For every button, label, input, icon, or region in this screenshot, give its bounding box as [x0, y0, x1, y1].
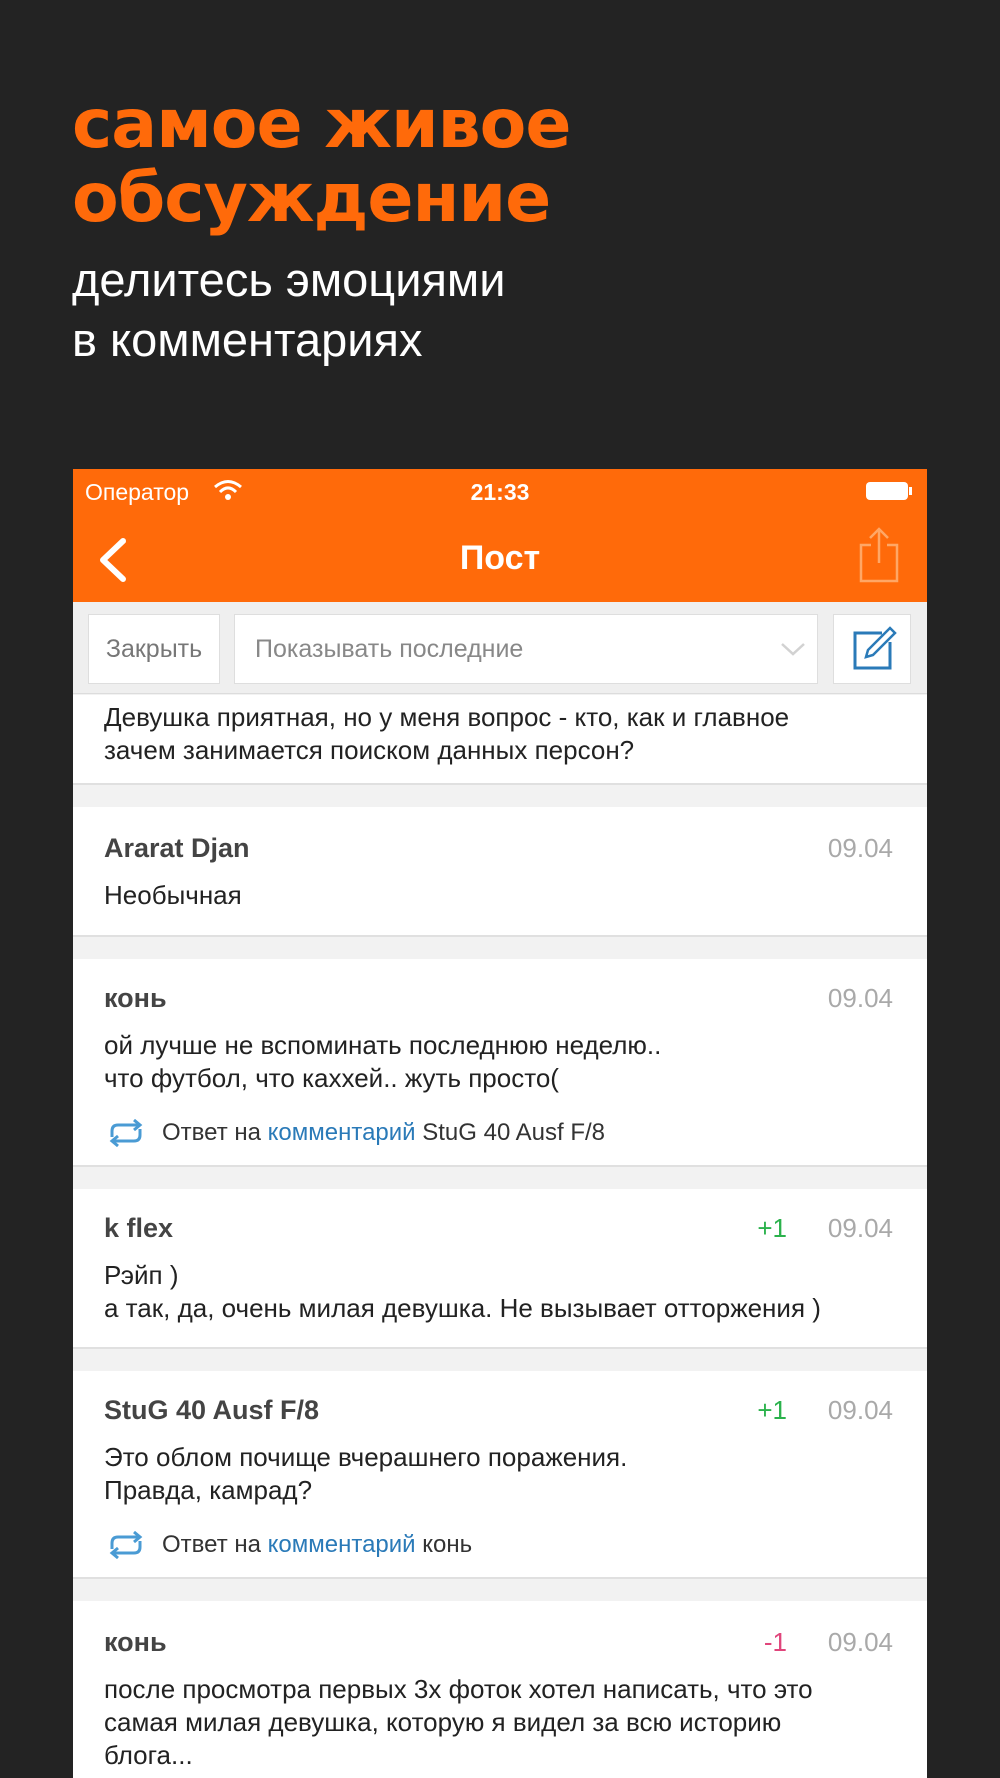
chevron-down-icon [781, 643, 805, 656]
comment-date: 09.04 [827, 983, 893, 1013]
comment-card: конь 09.04 ой лучше не вспоминать послед… [73, 959, 927, 1167]
comment-text-line: после просмотра первых 3х фоток хотел на… [104, 1674, 813, 1704]
comment-card: Ararat Djan 09.04 Необычная [73, 807, 927, 937]
compose-button[interactable] [833, 614, 911, 684]
comment-text-line: Правда, камрад? [104, 1475, 313, 1505]
phone-screen: Оператор 21:33 Пост Закрыть Показывать п… [73, 469, 927, 1778]
comment-date: 09.04 [827, 1213, 893, 1243]
reply-icon [109, 1119, 143, 1147]
close-button[interactable]: Закрыть [88, 614, 220, 684]
comment-card: Девушка приятная, но у меня вопрос - кто… [73, 695, 927, 785]
reply-target: StuG 40 Ausf F/8 [422, 1119, 606, 1146]
comment-author[interactable]: Ararat Djan [104, 833, 250, 864]
comment-text-line: зачем занимается поиском данных персон? [104, 735, 635, 765]
share-icon[interactable] [857, 525, 901, 585]
promo-title: самое живое обсуждение [72, 85, 571, 238]
comment-text: Девушка приятная, но у меня вопрос - кто… [104, 701, 789, 767]
promo-subtitle: делитесь эмоциями в комментариях [72, 250, 570, 370]
compose-icon [853, 626, 897, 670]
promo-subtitle-line: в комментариях [72, 313, 423, 366]
comment-card: k flex +1 09.04 Рэйп ) а так, да, очень … [73, 1189, 927, 1349]
comment-text-line: блога... [104, 1740, 193, 1770]
promo-subtitle-line: делитесь эмоциями [72, 253, 506, 306]
comment-score: +1 [757, 1395, 787, 1425]
reply-link[interactable]: комментарий [268, 1531, 416, 1558]
promo-title-line: самое живое [72, 85, 571, 164]
reply-icon [109, 1531, 143, 1559]
comment-author[interactable]: конь [104, 1627, 167, 1658]
comment-date: 09.04 [827, 1395, 893, 1425]
promo-header: самое живое обсуждение делитесь эмоциями… [72, 85, 571, 370]
reply-text: Ответ на комментарий конь [162, 1531, 472, 1559]
comment-text: Рэйп ) а так, да, очень милая девушка. Н… [104, 1259, 821, 1325]
reply-prefix: Ответ на [162, 1531, 261, 1558]
reply-prefix: Ответ на [162, 1119, 261, 1146]
comment-text: после просмотра первых 3х фоток хотел на… [104, 1673, 813, 1772]
comment-text-line: самая милая девушка, которую я видел за … [104, 1707, 782, 1737]
status-time: 21:33 [470, 479, 530, 505]
comment-text-line: а так, да, очень милая девушка. Не вызыв… [104, 1293, 821, 1323]
comment-author[interactable]: k flex [104, 1213, 173, 1244]
comment-text: Это облом почище вчерашнего поражения. П… [104, 1441, 627, 1507]
comment-text-line: Рэйп ) [104, 1260, 179, 1290]
comment-text: Необычная [104, 879, 242, 912]
comment-card: StuG 40 Ausf F/8 +1 09.04 Это облом почи… [73, 1371, 927, 1579]
comment-score: +1 [757, 1213, 787, 1243]
comment-author[interactable]: конь [104, 983, 167, 1014]
comment-text: ой лучше не вспоминать последнюю неделю.… [104, 1029, 661, 1095]
comment-text-line: Это облом почище вчерашнего поражения. [104, 1442, 628, 1472]
filter-bar: Закрыть Показывать последние [73, 602, 927, 694]
page-title: Пост [459, 539, 541, 577]
promo-title-line: обсуждение [72, 159, 551, 238]
reply-text: Ответ на комментарий StuG 40 Ausf F/8 [162, 1119, 605, 1147]
comment-text-line: что футбол, что каххей.. жуть просто( [104, 1063, 559, 1093]
comment-text-line: Девушка приятная, но у меня вопрос - кто… [104, 702, 790, 732]
comment-author[interactable]: StuG 40 Ausf F/8 [104, 1395, 319, 1426]
comment-text-line: Необычная [104, 880, 242, 910]
comment-text-line: ой лучше не вспоминать последнюю неделю.… [104, 1030, 662, 1060]
sort-select[interactable]: Показывать последние [234, 614, 818, 684]
comment-score: -1 [763, 1627, 787, 1657]
comment-date: 09.04 [827, 833, 893, 863]
reply-target: конь [422, 1531, 473, 1558]
reply-link[interactable]: комментарий [268, 1119, 416, 1146]
sort-select-value: Показывать последние [255, 635, 524, 663]
battery-icon [866, 482, 912, 500]
comment-date: 09.04 [827, 1627, 893, 1657]
navigation-bar: Оператор 21:33 Пост [73, 469, 927, 602]
comment-card: конь -1 09.04 после просмотра первых 3х … [73, 1601, 927, 1778]
